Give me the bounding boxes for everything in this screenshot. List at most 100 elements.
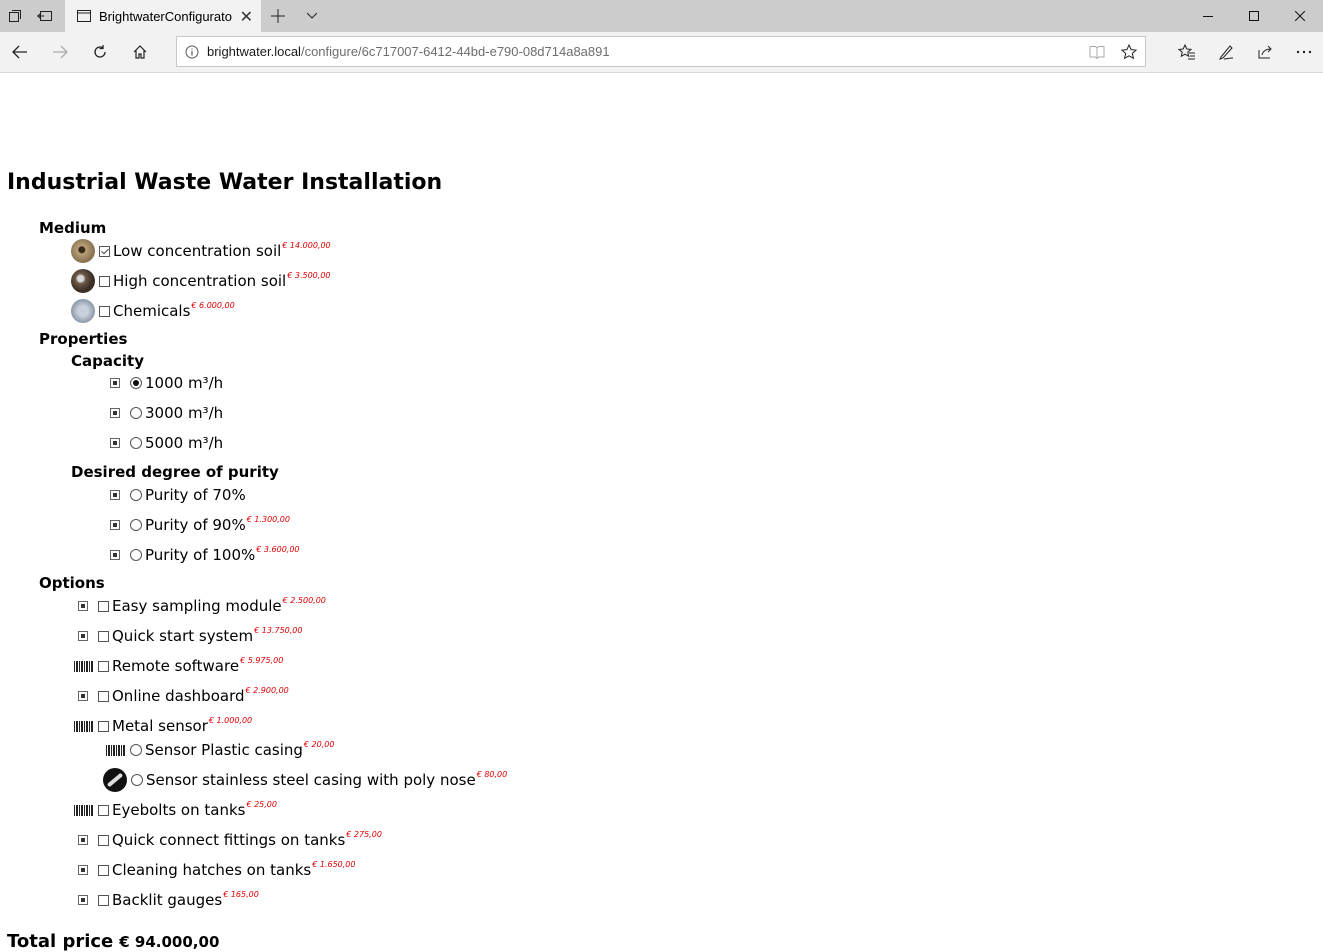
maximize-icon[interactable] bbox=[1231, 0, 1277, 32]
capacity-option-1000[interactable]: 1000 m³/h bbox=[110, 371, 223, 395]
broken-image-icon bbox=[78, 691, 88, 701]
option-label: Metal sensor bbox=[112, 717, 208, 735]
share-icon[interactable] bbox=[1245, 32, 1284, 72]
reading-view-icon[interactable] bbox=[1081, 45, 1113, 59]
option-label: Low concentration soil bbox=[113, 242, 282, 260]
browser-titlebar: BrightwaterConfigurato ✕ bbox=[0, 0, 1323, 32]
broken-image-icon bbox=[78, 601, 88, 611]
option-price: € 6.000,00 bbox=[191, 301, 235, 310]
option-label: Backlit gauges bbox=[112, 891, 223, 909]
option-price: € 2.500,00 bbox=[282, 596, 326, 605]
purity-100-radio[interactable] bbox=[130, 549, 142, 561]
medium-heading: Medium bbox=[39, 219, 107, 237]
set-tabs-aside-icon[interactable] bbox=[30, 0, 60, 32]
total-price: Total price € 94.000,00 bbox=[7, 931, 219, 952]
option-label: 1000 m³/h bbox=[145, 374, 224, 392]
option-price: € 5.975,00 bbox=[240, 656, 284, 665]
more-menu-icon[interactable] bbox=[1284, 32, 1323, 72]
option-cleaning-hatches[interactable]: Cleaning hatches on tanks € 1.650,00 bbox=[78, 858, 355, 882]
option-easy-sampling-module[interactable]: Easy sampling module € 2.500,00 bbox=[78, 594, 326, 618]
option-label: Sensor Plastic casing bbox=[145, 741, 303, 759]
option-quick-connect-fittings[interactable]: Quick connect fittings on tanks € 275,00 bbox=[78, 828, 382, 852]
refresh-icon[interactable] bbox=[80, 32, 120, 72]
capacity-3000-radio[interactable] bbox=[130, 407, 142, 419]
options-heading: Options bbox=[39, 574, 105, 592]
medium-option-low-concentration[interactable]: Low concentration soil € 14.000,00 bbox=[71, 239, 331, 263]
option-label: High concentration soil bbox=[113, 272, 287, 290]
site-info-icon[interactable] bbox=[177, 45, 207, 59]
option-price: € 165,00 bbox=[223, 890, 259, 899]
chemicals-thumbnail bbox=[71, 299, 95, 323]
option-eyebolts-on-tanks[interactable]: Eyebolts on tanks € 25,00 bbox=[74, 798, 277, 822]
back-icon[interactable] bbox=[0, 32, 40, 72]
remote-software-checkbox[interactable] bbox=[98, 660, 109, 672]
capacity-1000-radio[interactable] bbox=[130, 377, 142, 389]
soil-low-thumbnail bbox=[71, 239, 95, 263]
broken-image-icon bbox=[110, 520, 120, 530]
plastic-casing-radio[interactable] bbox=[130, 744, 142, 756]
barcode-icon bbox=[74, 720, 94, 732]
eyebolts-checkbox[interactable] bbox=[98, 804, 109, 816]
sub-option-sensor-stainless-steel[interactable]: Sensor stainless steel casing with poly … bbox=[103, 768, 507, 792]
option-price: € 25,00 bbox=[246, 800, 277, 809]
tab-preview-chevron-icon[interactable] bbox=[295, 0, 329, 32]
option-label: Online dashboard bbox=[112, 687, 245, 705]
broken-image-icon bbox=[110, 490, 120, 500]
url-text[interactable]: brightwater.local/configure/6c717007-641… bbox=[207, 44, 1081, 59]
option-metal-sensor[interactable]: Metal sensor € 1.000,00 bbox=[74, 714, 252, 738]
medium-option-chemicals[interactable]: Chemicals € 6.000,00 bbox=[71, 299, 235, 323]
web-note-pen-icon[interactable] bbox=[1206, 32, 1245, 72]
stainless-steel-radio[interactable] bbox=[131, 774, 143, 786]
option-label: Eyebolts on tanks bbox=[112, 801, 246, 819]
chemicals-checkbox[interactable] bbox=[99, 305, 110, 317]
purity-option-70[interactable]: Purity of 70% bbox=[110, 483, 246, 507]
address-bar[interactable]: brightwater.local/configure/6c717007-641… bbox=[176, 36, 1146, 67]
option-label: Quick connect fittings on tanks bbox=[112, 831, 346, 849]
option-online-dashboard[interactable]: Online dashboard € 2.900,00 bbox=[78, 684, 289, 708]
url-path: /configure/6c717007-6412-44bd-e790-08d71… bbox=[300, 44, 610, 59]
option-quick-start-system[interactable]: Quick start system € 13.750,00 bbox=[78, 624, 302, 648]
tab-manager-icon[interactable] bbox=[0, 0, 30, 32]
capacity-option-3000[interactable]: 3000 m³/h bbox=[110, 401, 223, 425]
option-backlit-gauges[interactable]: Backlit gauges € 165,00 bbox=[78, 888, 259, 912]
medium-option-high-concentration[interactable]: High concentration soil € 3.500,00 bbox=[71, 269, 331, 293]
close-tab-icon[interactable]: ✕ bbox=[240, 7, 253, 26]
easy-sampling-checkbox[interactable] bbox=[98, 600, 109, 612]
option-label: Sensor stainless steel casing with poly … bbox=[146, 771, 476, 789]
cleaning-hatches-checkbox[interactable] bbox=[98, 864, 109, 876]
capacity-option-5000[interactable]: 5000 m³/h bbox=[110, 431, 223, 455]
purity-option-90[interactable]: Purity of 90% € 1.300,00 bbox=[110, 513, 290, 537]
option-price: € 3.600,00 bbox=[256, 545, 300, 554]
online-dashboard-checkbox[interactable] bbox=[98, 690, 109, 702]
capacity-5000-radio[interactable] bbox=[130, 437, 142, 449]
total-price-label: Total price bbox=[7, 931, 114, 952]
quick-start-checkbox[interactable] bbox=[98, 630, 109, 642]
option-price: € 2.900,00 bbox=[245, 686, 289, 695]
broken-image-icon bbox=[110, 408, 120, 418]
purity-option-100[interactable]: Purity of 100% € 3.600,00 bbox=[110, 543, 300, 567]
close-window-icon[interactable] bbox=[1277, 0, 1323, 32]
forward-icon[interactable] bbox=[40, 32, 80, 72]
quick-connect-checkbox[interactable] bbox=[98, 834, 109, 846]
navbar-right-tools bbox=[1167, 32, 1323, 72]
backlit-gauges-checkbox[interactable] bbox=[98, 894, 109, 906]
sub-option-sensor-plastic-casing[interactable]: Sensor Plastic casing € 20,00 bbox=[106, 738, 334, 762]
new-tab-icon[interactable] bbox=[261, 0, 295, 32]
option-price: € 275,00 bbox=[346, 830, 382, 839]
option-remote-software[interactable]: Remote software € 5.975,00 bbox=[74, 654, 283, 678]
capacity-heading: Capacity bbox=[71, 352, 144, 370]
favorite-star-icon[interactable] bbox=[1113, 43, 1145, 60]
low-concentration-checkbox[interactable] bbox=[99, 245, 110, 257]
option-price: € 80,00 bbox=[476, 770, 508, 779]
favorites-hub-icon[interactable] bbox=[1167, 32, 1206, 72]
purity-90-radio[interactable] bbox=[130, 519, 142, 531]
home-icon[interactable] bbox=[120, 32, 160, 72]
metal-sensor-checkbox[interactable] bbox=[98, 720, 109, 732]
barcode-icon bbox=[74, 804, 94, 816]
purity-70-radio[interactable] bbox=[130, 489, 142, 501]
high-concentration-checkbox[interactable] bbox=[99, 275, 110, 287]
broken-image-icon bbox=[110, 438, 120, 448]
minimize-icon[interactable] bbox=[1185, 0, 1231, 32]
broken-image-icon bbox=[110, 550, 120, 560]
active-tab[interactable]: BrightwaterConfigurato ✕ bbox=[65, 0, 261, 32]
